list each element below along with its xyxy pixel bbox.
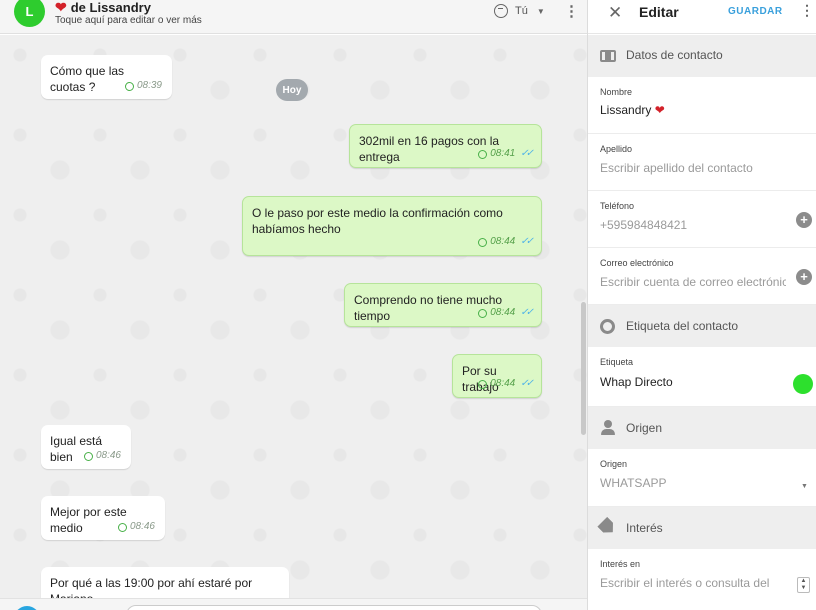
section-interest: Interés (588, 507, 816, 549)
contact-name[interactable]: ❤ de Lissandry (55, 0, 151, 16)
assignee-dropdown[interactable]: Tú ▼ (494, 4, 545, 18)
chat-header[interactable]: L ❤ de Lissandry Toque aquí para editar o… (0, 0, 587, 34)
message-bubble[interactable]: Por qué a las 19:00 por ahí estaré por M… (41, 567, 289, 598)
whatsapp-icon (124, 81, 134, 91)
field-label: Etiqueta (600, 357, 634, 367)
message-text: Mejor por este medio (50, 505, 127, 535)
section-label: Interés (626, 521, 663, 535)
email-field[interactable]: Correo electrónico Escribir cuenta de co… (588, 248, 816, 305)
section-label: Etiqueta del contacto (626, 319, 739, 333)
message-time: 08:41 (490, 148, 516, 159)
chat-pane: L ❤ de Lissandry Toque aquí para editar o… (0, 0, 587, 610)
message-text: Cómo que las cuotas ? (50, 64, 125, 94)
person-icon (601, 420, 615, 436)
message-time: 08:44 (490, 378, 516, 389)
field-label: Interés en (600, 559, 641, 569)
message-list[interactable]: Hoy Cómo que las cuotas ? 08:39 302mil e… (0, 35, 587, 598)
whatsapp-icon (478, 308, 488, 318)
heart-icon: ❤ (55, 0, 67, 15)
message-bubble[interactable]: O le paso por este medio la confirmación… (242, 196, 542, 256)
whatsapp-icon (117, 522, 127, 532)
read-ticks-icon: ✓✓ (520, 148, 534, 159)
field-label: Teléfono (600, 201, 635, 211)
contact-card-icon (600, 50, 616, 62)
message-bubble[interactable]: Igual está bien 08:46 (41, 425, 131, 469)
agent-avatar[interactable] (14, 606, 40, 610)
tag-field[interactable]: Etiqueta Whap Directo (588, 347, 816, 407)
contact-subtitle[interactable]: Toque aquí para editar o ver más (55, 15, 202, 26)
agent-icon (494, 4, 508, 18)
save-button[interactable]: GUARDAR (728, 6, 783, 17)
origin-field[interactable]: Origen WHATSAPP (588, 449, 816, 507)
section-origin: Origen (588, 407, 816, 449)
whatsapp-icon (478, 149, 488, 159)
chat-scrollbar[interactable] (581, 302, 586, 435)
add-phone-button[interactable]: + (796, 212, 812, 228)
whatsapp-icon (83, 451, 93, 461)
surname-field[interactable]: Apellido Escribir apellido del contacto (588, 134, 816, 191)
add-email-button[interactable]: + (796, 269, 812, 285)
section-contact-tag: Etiqueta del contacto (588, 305, 816, 347)
message-text: O le paso por este medio la confirmación… (252, 206, 503, 236)
composer-bar (0, 598, 587, 610)
field-label: Correo electrónico (600, 258, 674, 268)
message-time: 08:44 (490, 307, 516, 318)
assignee-label: Tú (515, 5, 528, 17)
heart-icon: ❤ (654, 103, 665, 117)
contact-name-text: de Lissandry (70, 0, 151, 15)
panel-header: ✕ Editar GUARDAR ⋮ (588, 0, 816, 34)
message-time: 08:46 (129, 521, 155, 532)
tag-color-swatch[interactable] (793, 374, 813, 394)
message-bubble[interactable]: Por su trabajo 08:44 ✓✓ (452, 354, 542, 398)
interest-field[interactable]: Interés en Escribir el interés o consult… (588, 549, 816, 610)
more-options-icon[interactable]: ⋮ (564, 2, 579, 22)
circle-icon (600, 319, 615, 334)
phone-input[interactable]: +595984848421 (600, 218, 786, 232)
message-time: 08:44 (490, 236, 516, 247)
whatsapp-icon (478, 379, 488, 389)
message-bubble[interactable]: Cómo que las cuotas ? 08:39 (41, 55, 172, 99)
caret-down-icon[interactable]: ▼ (801, 483, 808, 490)
field-label: Apellido (600, 144, 633, 154)
tag-value[interactable]: Whap Directo (600, 375, 673, 389)
section-label: Origen (626, 421, 663, 435)
surname-input[interactable]: Escribir apellido del contacto (600, 161, 786, 175)
message-time: 08:46 (95, 450, 121, 461)
phone-field[interactable]: Teléfono +595984848421 + (588, 191, 816, 248)
read-ticks-icon: ✓✓ (520, 307, 534, 318)
field-label: Origen (600, 459, 628, 469)
day-separator: Hoy (276, 79, 308, 101)
close-icon[interactable]: ✕ (608, 3, 622, 23)
caret-down-icon: ▼ (536, 6, 545, 16)
edit-contact-panel: ✕ Editar GUARDAR ⋮ Datos de contacto Nom… (587, 0, 816, 610)
message-text: Por qué a las 19:00 por ahí estaré por M… (50, 576, 253, 598)
read-ticks-icon: ✓✓ (520, 236, 534, 247)
tag-icon (597, 517, 618, 538)
whatsapp-icon (478, 237, 488, 247)
message-input[interactable] (126, 605, 542, 610)
message-bubble[interactable]: Comprendo no tiene mucho tiempo 08:44 ✓✓ (344, 283, 542, 327)
message-time: 08:39 (136, 80, 162, 91)
name-value: Lissandry (600, 103, 652, 117)
message-bubble[interactable]: 302mil en 16 pagos con la entrega 08:41 ✓… (349, 124, 542, 168)
field-label: Nombre (600, 87, 633, 97)
message-bubble[interactable]: Mejor por este medio 08:46 (41, 496, 165, 540)
more-options-icon[interactable]: ⋮ (800, 2, 814, 19)
section-label: Datos de contacto (626, 48, 723, 62)
email-input[interactable]: Escribir cuenta de correo electrónico (600, 275, 786, 289)
read-ticks-icon: ✓✓ (520, 378, 534, 389)
section-contact-data: Datos de contacto (588, 35, 816, 77)
name-field[interactable]: Nombre Lissandry ❤ (588, 77, 816, 134)
interest-spinner[interactable]: ▲ ▼ (797, 577, 810, 593)
origin-select[interactable]: WHATSAPP (600, 476, 786, 490)
name-input[interactable]: Lissandry ❤ (600, 103, 665, 117)
panel-title: Editar (639, 4, 679, 20)
contact-avatar[interactable]: L (14, 0, 45, 27)
interest-input[interactable]: Escribir el interés o consulta del (600, 576, 786, 590)
